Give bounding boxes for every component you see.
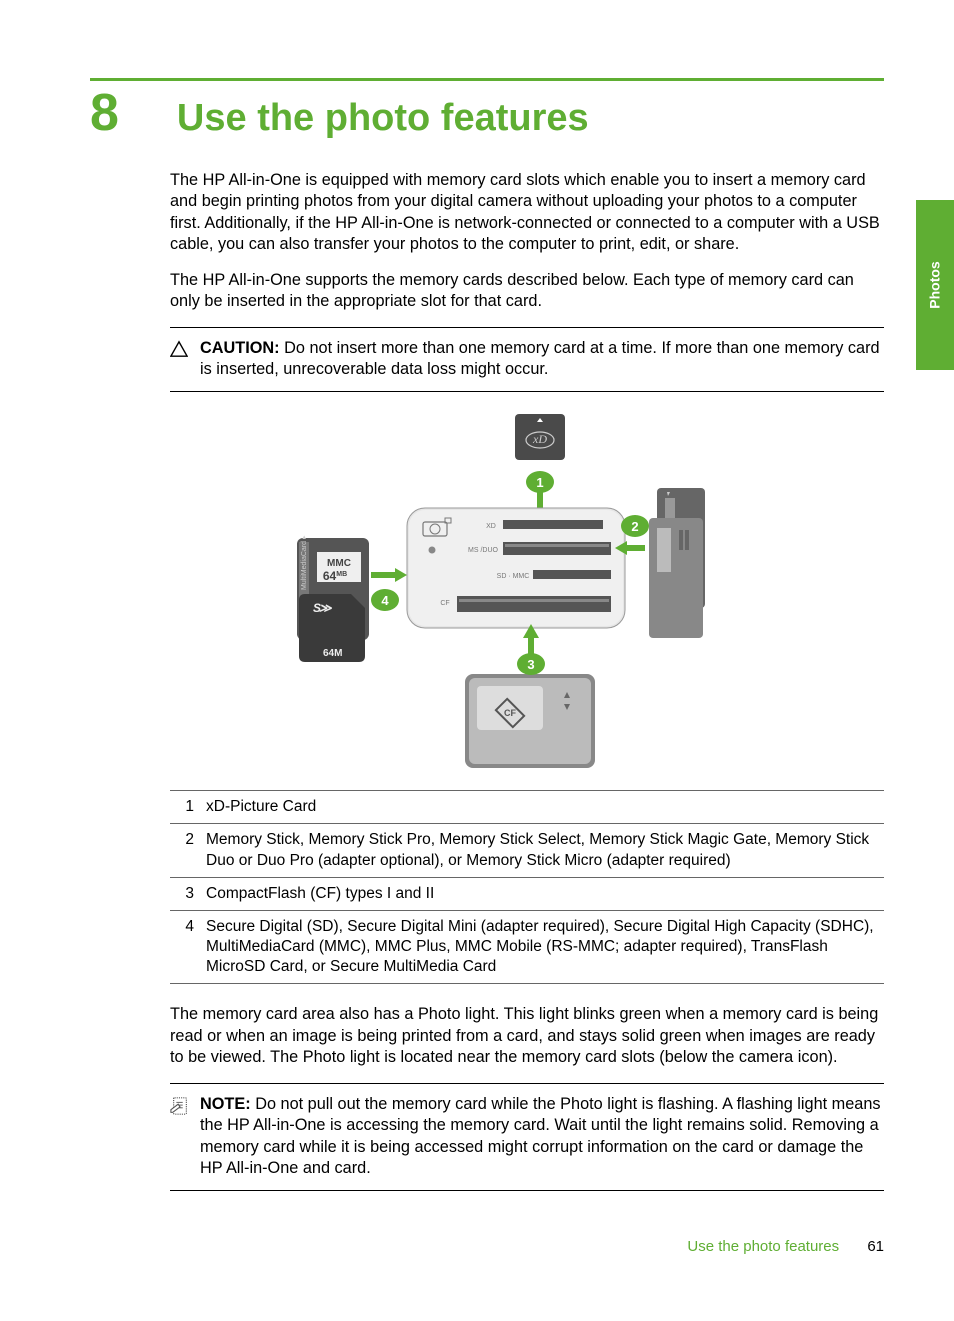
svg-text:XD: XD (486, 523, 496, 530)
section-tab-label: Photos (927, 261, 943, 308)
section-tab: Photos (916, 200, 954, 370)
chapter-title: Use the photo features (177, 98, 589, 140)
table-row: 3 CompactFlash (CF) types I and II (170, 877, 884, 910)
memory-card-slot-figure: xD 1 (170, 410, 884, 777)
row-desc: Memory Stick, Memory Stick Pro, Memory S… (198, 824, 884, 877)
caution-text: Do not insert more than one memory card … (200, 339, 880, 379)
svg-text:CF: CF (504, 708, 516, 718)
row-number: 1 (170, 791, 198, 824)
card-slot-table: 1 xD-Picture Card 2 Memory Stick, Memory… (170, 790, 884, 984)
svg-text:S≫: S≫ (313, 601, 333, 615)
row-desc: xD-Picture Card (198, 791, 884, 824)
row-desc: CompactFlash (CF) types I and II (198, 877, 884, 910)
svg-text:xD: xD (532, 432, 547, 446)
intro-paragraph-1: The HP All-in-One is equipped with memor… (170, 170, 884, 256)
svg-text:MMC: MMC (327, 558, 351, 569)
table-row: 1 xD-Picture Card (170, 791, 884, 824)
footer-title: Use the photo features (687, 1238, 839, 1255)
photo-light-paragraph: The memory card area also has a Photo li… (170, 1004, 884, 1069)
svg-text:SD · MMC: SD · MMC (497, 573, 530, 580)
caution-label: CAUTION: (200, 339, 280, 357)
note-callout: NOTE: Do not pull out the memory card wh… (170, 1088, 884, 1186)
note-icon (170, 1096, 190, 1180)
intro-paragraph-2: The HP All-in-One supports the memory ca… (170, 270, 884, 313)
note-label: NOTE: (200, 1095, 251, 1113)
row-number: 3 (170, 877, 198, 910)
row-desc: Secure Digital (SD), Secure Digital Mini… (198, 910, 884, 983)
row-number: 4 (170, 910, 198, 983)
table-row: 4 Secure Digital (SD), Secure Digital Mi… (170, 910, 884, 983)
svg-text:MultiMediaCard ▸: MultiMediaCard ▸ (301, 535, 308, 590)
page-number: 61 (867, 1238, 884, 1255)
row-number: 2 (170, 824, 198, 877)
figure-bubble-2: 2 (631, 519, 638, 534)
caution-callout: CAUTION: Do not insert more than one mem… (170, 332, 884, 387)
figure-bubble-1: 1 (536, 475, 543, 490)
figure-bubble-3: 3 (527, 657, 534, 672)
svg-text:CF: CF (440, 600, 449, 607)
table-row: 2 Memory Stick, Memory Stick Pro, Memory… (170, 824, 884, 877)
svg-text:64M: 64M (323, 648, 342, 659)
svg-text:MS /DUO: MS /DUO (468, 547, 499, 554)
caution-icon (170, 340, 190, 381)
chapter-number: 8 (90, 87, 119, 139)
figure-bubble-4: 4 (381, 593, 389, 608)
note-text: Do not pull out the memory card while th… (200, 1095, 881, 1178)
